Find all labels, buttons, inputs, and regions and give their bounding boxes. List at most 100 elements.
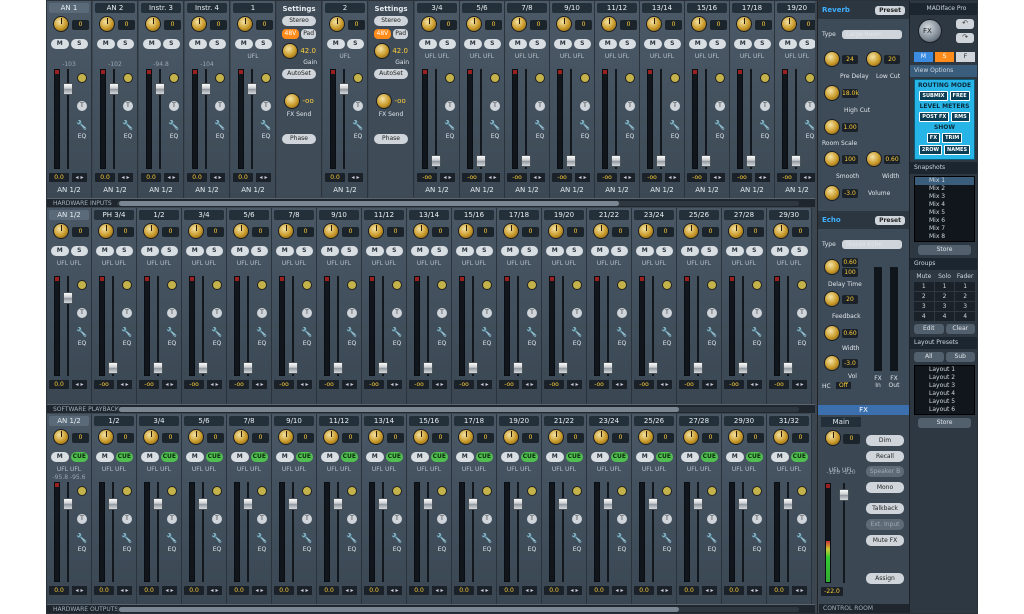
channel-name[interactable]: 27/28 <box>679 416 719 426</box>
pan-knob[interactable] <box>167 280 177 290</box>
volume-fader[interactable] <box>288 276 298 376</box>
snapshot-item[interactable]: Mix 3 <box>915 193 974 201</box>
routing-label[interactable]: AN 1/2 <box>732 186 772 194</box>
volume-fader[interactable] <box>378 276 388 376</box>
trim-icon[interactable]: T <box>662 514 672 524</box>
submix-button[interactable]: SUBMIX <box>919 91 948 101</box>
channel-name[interactable]: AN 1/2 <box>49 210 89 220</box>
pan-knob[interactable] <box>527 486 537 496</box>
volume-fader[interactable] <box>63 482 73 582</box>
cue-button[interactable]: CUE <box>655 452 673 462</box>
cue-button[interactable]: CUE <box>205 452 223 462</box>
reverb-header[interactable]: Reverb Preset <box>818 1 909 19</box>
trim-icon[interactable]: T <box>212 514 222 524</box>
pan-knob[interactable] <box>527 280 537 290</box>
channel-name[interactable]: Instr. 3 <box>141 3 181 13</box>
volume-fader[interactable] <box>603 482 613 582</box>
routing-label[interactable]: AN 1/2 <box>642 186 682 194</box>
wrench-icon[interactable]: 🔧 <box>526 328 538 338</box>
arrow-buttons[interactable]: ◂ ▸ <box>575 173 590 182</box>
channel-name[interactable]: 29/30 <box>724 416 764 426</box>
trim-icon[interactable]: T <box>169 101 179 111</box>
volume-fader[interactable] <box>648 276 658 376</box>
trim-icon[interactable]: T <box>482 308 492 318</box>
stereo-button[interactable]: Stereo <box>282 16 316 26</box>
arrow-buttons[interactable]: ◂ ▸ <box>387 380 402 389</box>
mute-button[interactable]: M <box>636 246 654 256</box>
arrow-buttons[interactable]: ◂ ▸ <box>297 380 312 389</box>
volume-fader[interactable] <box>198 482 208 582</box>
trim-icon[interactable]: T <box>580 101 590 111</box>
trim-icon[interactable]: T <box>535 101 545 111</box>
channel-name[interactable]: 3/4 <box>139 416 179 426</box>
software-playback-bar[interactable]: SOFTWARE PLAYBACK <box>47 404 815 413</box>
arrow-buttons[interactable]: ◂ ▸ <box>665 173 680 182</box>
arrow-buttons[interactable]: ◂ ▸ <box>710 173 725 182</box>
layout-item[interactable]: Layout 3 <box>915 382 974 390</box>
cue-button[interactable]: CUE <box>115 452 133 462</box>
gain-knob[interactable] <box>781 16 797 32</box>
trim-icon[interactable]: T <box>212 308 222 318</box>
assign-button[interactable]: Assign <box>866 573 904 584</box>
solo-button[interactable]: S <box>745 246 763 256</box>
pan-knob[interactable] <box>212 280 222 290</box>
mute-button[interactable]: M <box>591 452 609 462</box>
trim-icon[interactable]: T <box>527 514 537 524</box>
channel-name[interactable]: 5/6 <box>184 416 224 426</box>
arrow-buttons[interactable]: ◂ ▸ <box>342 586 357 595</box>
speaker-b-button[interactable]: Speaker B <box>866 466 904 477</box>
trim-icon[interactable]: T <box>490 101 500 111</box>
reverb-preset-button[interactable]: Preset <box>875 5 905 15</box>
mode-f-button[interactable]: F <box>956 52 975 62</box>
arrow-buttons[interactable]: ◂ ▸ <box>117 586 132 595</box>
channel-name[interactable]: 5/6 <box>462 3 502 13</box>
solo-button[interactable]: S <box>346 39 364 49</box>
pan-knob[interactable] <box>392 486 402 496</box>
layout-item[interactable]: Layout 5 <box>915 398 974 406</box>
wrench-icon[interactable]: 🔧 <box>166 534 178 544</box>
pan-knob[interactable] <box>122 486 132 496</box>
routing-label[interactable]: AN 1/2 <box>187 186 227 194</box>
channel-name[interactable]: PH 3/4 <box>94 210 134 220</box>
gain-knob[interactable] <box>191 16 207 32</box>
cue-button[interactable]: CUE <box>430 452 448 462</box>
highcut-knob[interactable] <box>824 85 840 101</box>
volume-fader[interactable] <box>648 482 658 582</box>
feedback-knob[interactable] <box>824 291 840 307</box>
arrow-buttons[interactable]: ◂ ▸ <box>342 380 357 389</box>
mute-button[interactable]: M <box>501 246 519 256</box>
pan-knob[interactable] <box>715 73 725 83</box>
cue-button[interactable]: CUE <box>610 452 628 462</box>
volume-fader[interactable] <box>468 482 478 582</box>
pan-knob[interactable] <box>437 486 447 496</box>
trim-icon[interactable]: T <box>302 514 312 524</box>
arrow-buttons[interactable]: ◂ ▸ <box>72 173 87 182</box>
mute-button[interactable]: M <box>501 452 519 462</box>
cue-button[interactable]: CUE <box>295 452 313 462</box>
mute-button[interactable]: M <box>231 246 249 256</box>
mute-button[interactable]: M <box>276 246 294 256</box>
layout-item[interactable]: Layout 4 <box>915 390 974 398</box>
volume-fader[interactable] <box>656 69 666 169</box>
trim-icon[interactable]: T <box>617 514 627 524</box>
echo-header[interactable]: Echo Preset <box>818 211 909 229</box>
channel-name[interactable]: 27/28 <box>724 210 764 220</box>
groups-header[interactable]: Groups <box>910 258 977 270</box>
layout-item[interactable]: Layout 6 <box>915 406 974 414</box>
volume-fader[interactable] <box>783 482 793 582</box>
snapshot-item[interactable]: Mix 4 <box>915 201 974 209</box>
solo-button[interactable]: S <box>295 246 313 256</box>
channel-name[interactable]: 17/18 <box>454 416 494 426</box>
arrow-buttons[interactable]: ◂ ▸ <box>207 380 222 389</box>
channel-name[interactable]: 1/2 <box>139 210 179 220</box>
solo-button[interactable]: S <box>70 246 88 256</box>
gain-knob[interactable] <box>511 16 527 32</box>
pan-knob[interactable] <box>167 486 177 496</box>
solo-button[interactable]: S <box>475 246 493 256</box>
gain-knob[interactable] <box>237 16 253 32</box>
channel-name[interactable]: 11/12 <box>319 416 359 426</box>
layout-all-tab[interactable]: All <box>914 352 944 362</box>
mute-button[interactable]: M <box>509 39 527 49</box>
arrow-buttons[interactable]: ◂ ▸ <box>256 173 271 182</box>
pan-knob[interactable] <box>805 73 815 83</box>
